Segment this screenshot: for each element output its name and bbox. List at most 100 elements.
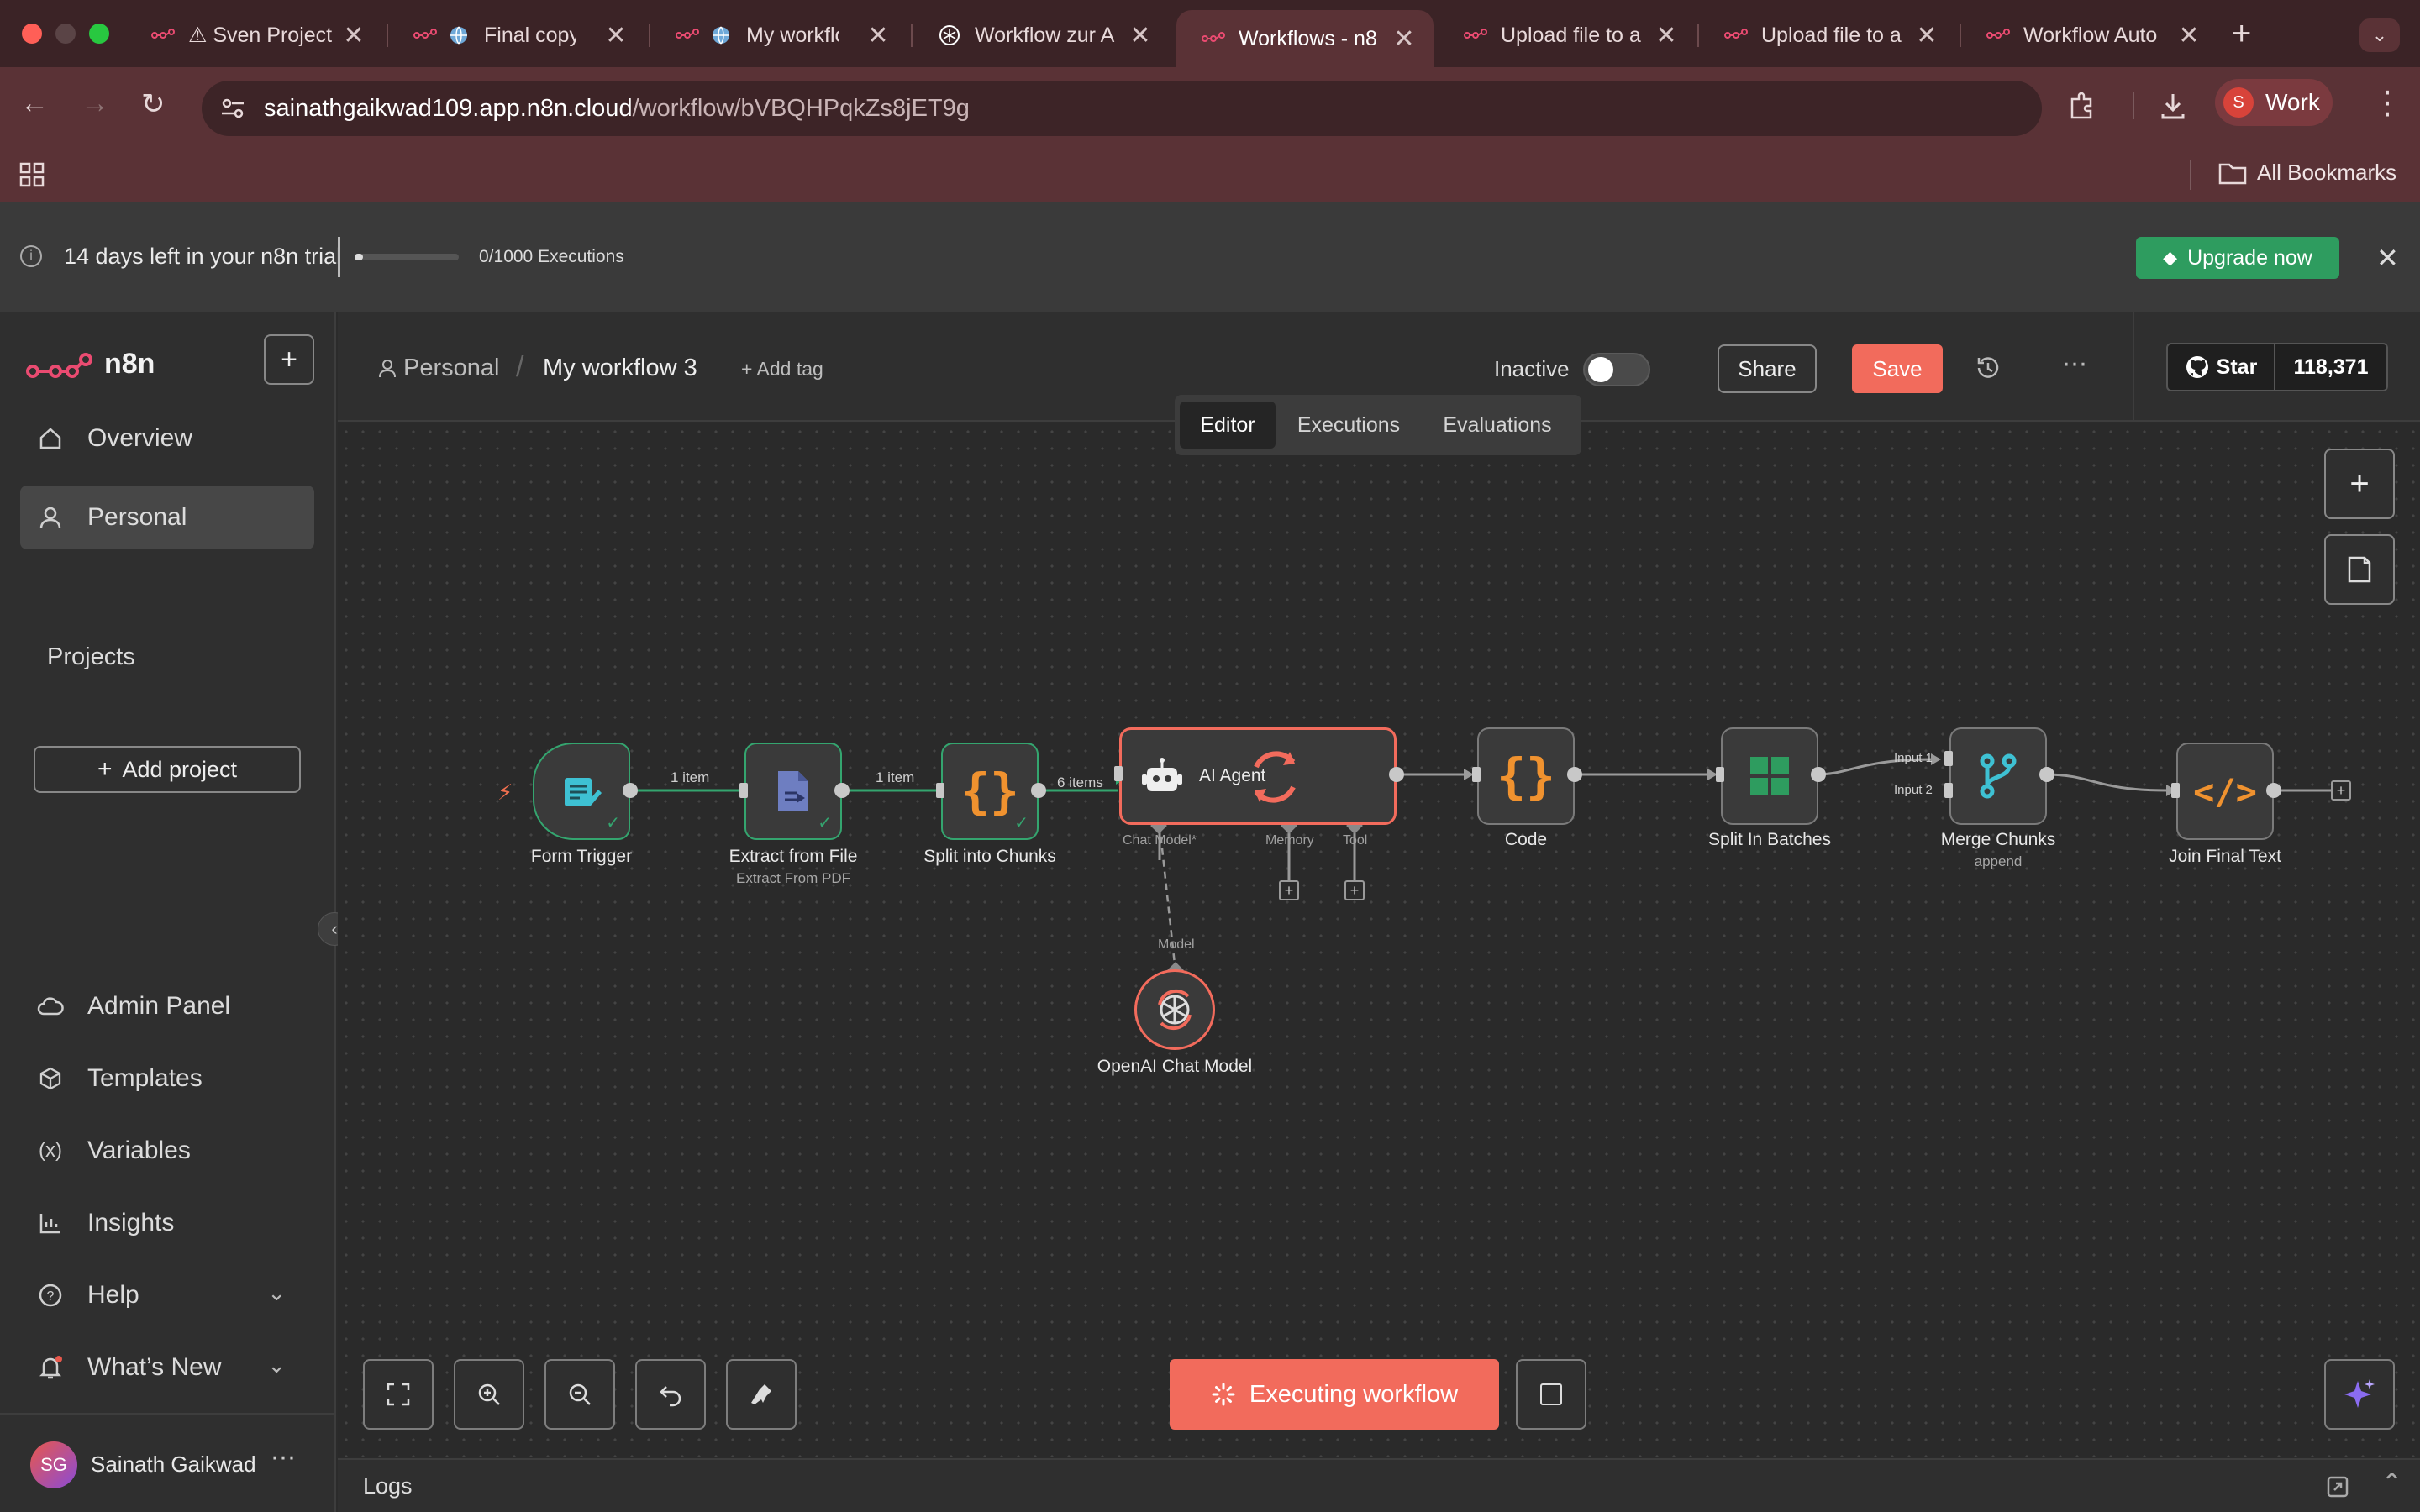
node-join-final-text[interactable]: </> (2176, 743, 2274, 840)
expand-chevron-up-icon[interactable]: ⌃ (2381, 1468, 2402, 1498)
node-split-into-chunks[interactable]: {} ✓ (941, 743, 1039, 840)
node-openai-chat-model[interactable] (1134, 969, 1215, 1050)
sidebar-item-personal[interactable]: Personal (20, 486, 314, 549)
tab-close-icon[interactable]: ✕ (1914, 21, 1939, 50)
output-port[interactable] (1811, 767, 1826, 782)
download-icon[interactable] (2158, 91, 2188, 121)
tab-close-icon[interactable]: ✕ (1654, 21, 1679, 50)
history-icon[interactable] (1975, 354, 2002, 381)
github-star-part[interactable]: Star (2168, 344, 2275, 390)
minimize-window-button[interactable] (55, 24, 76, 44)
active-toggle[interactable] (1583, 353, 1650, 386)
tidy-up-button[interactable] (726, 1359, 797, 1430)
tab-search-chevron-icon[interactable]: ⌄ (2360, 18, 2400, 52)
more-options-icon[interactable]: ⋯ (2062, 349, 2087, 379)
stop-execution-button[interactable] (1516, 1359, 1586, 1430)
n8n-logo-icon[interactable] (25, 351, 92, 385)
back-arrow-icon[interactable]: ← (20, 87, 49, 120)
workflow-canvas[interactable]: Editor Executions Evaluations + ⚡ ✓ Form… (338, 395, 2420, 1457)
node-ai-agent[interactable]: AI Agent (1119, 727, 1397, 825)
tab-close-icon[interactable]: ✕ (603, 21, 629, 50)
tab-close-icon[interactable]: ✕ (2176, 21, 2202, 50)
github-star-button[interactable]: Star 118,371 (2166, 343, 2388, 391)
share-button[interactable]: Share (1718, 344, 1817, 393)
pop-out-icon[interactable] (2326, 1475, 2349, 1499)
github-star-count: 118,371 (2293, 354, 2369, 379)
browser-tab[interactable]: Final copy - ✕ (388, 12, 645, 59)
add-project-button[interactable]: + Add project (34, 746, 301, 793)
fit-view-button[interactable] (363, 1359, 434, 1430)
browser-tab[interactable]: ⚠ Sven Project ✕ (126, 12, 383, 59)
undo-button[interactable] (635, 1359, 706, 1430)
node-extract-from-file[interactable]: ✓ (744, 743, 842, 840)
node-split-in-batches[interactable] (1721, 727, 1818, 825)
edge-item-count: 6 items (1057, 774, 1103, 790)
all-bookmarks-button[interactable]: All Bookmarks (2218, 160, 2396, 186)
new-tab-plus-icon[interactable]: + (2232, 15, 2251, 53)
zoom-out-button[interactable] (544, 1359, 615, 1430)
logs-panel-bar[interactable]: Logs ⌃ (338, 1458, 2420, 1512)
extensions-icon[interactable] (2067, 91, 2097, 121)
tab-close-icon[interactable]: ✕ (1128, 21, 1153, 50)
input-port[interactable] (739, 783, 748, 798)
save-button[interactable]: Save (1852, 344, 1943, 393)
avatar[interactable]: SG (30, 1441, 77, 1488)
sidebar-item-admin-panel[interactable]: Admin Panel (20, 974, 314, 1038)
node-merge-chunks[interactable] (1949, 727, 2047, 825)
brand-name: n8n (104, 348, 155, 380)
tab-close-icon[interactable]: ✕ (1392, 24, 1417, 54)
sidebar-item-overview[interactable]: Overview (20, 407, 314, 470)
input-port-2[interactable] (1944, 783, 1953, 798)
upgrade-now-button[interactable]: ◆ Upgrade now (2136, 237, 2339, 279)
input-port[interactable] (936, 783, 944, 798)
browser-tab-active[interactable]: Workflows - n8 ✕ (1176, 10, 1434, 67)
browser-tab[interactable]: Workflow Auto ✕ (1961, 12, 2218, 59)
browser-tab[interactable]: My workflow ✕ (650, 12, 908, 59)
browser-tab[interactable]: Upload file to a ✕ (1439, 12, 1696, 59)
reload-icon[interactable]: ↻ (141, 87, 166, 121)
tab-close-icon[interactable]: ✕ (341, 21, 366, 50)
input-port[interactable] (1114, 766, 1123, 781)
close-window-button[interactable] (22, 24, 42, 44)
breadcrumb-project[interactable]: Personal (403, 354, 499, 382)
executing-workflow-button[interactable]: Executing workflow (1170, 1359, 1499, 1430)
add-tag-link[interactable]: + Add tag (741, 358, 823, 381)
sidebar-item-whats-new[interactable]: What’s New ⌄ (20, 1336, 314, 1399)
input-port[interactable] (1716, 767, 1724, 782)
add-tool-button[interactable]: + (1344, 880, 1365, 900)
create-new-button[interactable]: + (264, 334, 314, 385)
browser-menu-icon[interactable]: ⋮ (2371, 84, 2403, 122)
node-code[interactable]: {} (1477, 727, 1575, 825)
output-port[interactable] (2266, 783, 2281, 798)
input-port[interactable] (1472, 767, 1481, 782)
sidebar-item-insights[interactable]: Insights (20, 1191, 314, 1255)
workflow-name[interactable]: My workflow 3 (543, 354, 697, 382)
zoom-in-button[interactable] (454, 1359, 524, 1430)
sidebar-item-variables[interactable]: (x) Variables (20, 1119, 314, 1183)
add-memory-button[interactable]: + (1279, 880, 1299, 900)
input-port[interactable] (2171, 783, 2180, 798)
sidebar-item-templates[interactable]: Templates (20, 1047, 314, 1110)
profile-chip[interactable]: S Work (2215, 79, 2333, 126)
close-banner-icon[interactable]: ✕ (2376, 242, 2399, 274)
output-port[interactable] (1031, 783, 1046, 798)
address-bar[interactable]: sainathgaikwad109.app.n8n.cloud/workflow… (202, 81, 2042, 136)
zoom-window-button[interactable] (89, 24, 109, 44)
browser-tab[interactable]: Upload file to a ✕ (1699, 12, 1956, 59)
output-port[interactable] (2039, 767, 2054, 782)
user-menu-dots-icon[interactable]: ⋯ (271, 1443, 296, 1473)
output-port[interactable] (1567, 767, 1582, 782)
sidebar-item-help[interactable]: ? Help ⌄ (20, 1263, 314, 1327)
ai-assistant-button[interactable] (2324, 1359, 2395, 1430)
forward-arrow-icon[interactable]: → (81, 87, 109, 120)
tab-close-icon[interactable]: ✕ (865, 21, 891, 50)
output-port[interactable] (1389, 767, 1404, 782)
site-info-icon[interactable] (220, 97, 245, 120)
input-port-1[interactable] (1944, 751, 1953, 766)
node-form-trigger[interactable]: ✓ (533, 743, 630, 840)
add-next-node-button[interactable]: + (2331, 780, 2351, 801)
output-port[interactable] (834, 783, 850, 798)
apps-grid-icon[interactable] (18, 161, 45, 188)
output-port[interactable] (623, 783, 638, 798)
browser-tab[interactable]: Workflow zur A ✕ (913, 12, 1170, 59)
